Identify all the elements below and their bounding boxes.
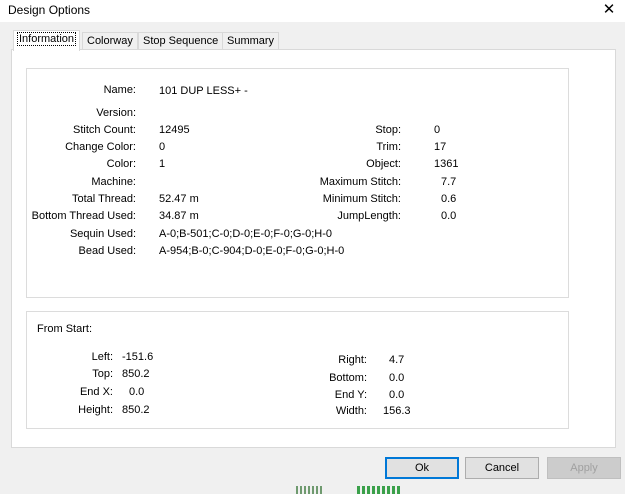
right-label: Right:: [338, 354, 367, 366]
end-y-label: End Y:: [334, 389, 367, 401]
color-label: Color:: [106, 158, 136, 170]
stop-label: Stop:: [375, 124, 401, 136]
ok-button[interactable]: Ok: [385, 457, 459, 479]
left-value: -151.6: [122, 351, 154, 363]
stitch-count-label: Stitch Count:: [73, 124, 136, 136]
jump-length-label: JumpLength:: [337, 210, 401, 222]
total-thread-value: 52.47 m: [159, 193, 199, 205]
sequin-used-label: Sequin Used:: [69, 228, 136, 240]
stitch-count-value: 12495: [159, 124, 190, 136]
width-label: Width:: [335, 405, 367, 417]
name-value: 101 DUP LESS+ -: [159, 85, 248, 97]
tab-label: Stop Sequence: [143, 35, 219, 47]
change-color-value: 0: [159, 141, 166, 153]
from-start-heading: From Start:: [37, 323, 93, 335]
stop-value: 0: [434, 124, 441, 136]
tab-label: Colorway: [87, 35, 133, 47]
minimum-stitch-value: 0.6: [441, 193, 457, 205]
bottom-label: Bottom:: [329, 372, 367, 384]
apply-button: Apply: [547, 457, 621, 479]
maximum-stitch-label: Maximum Stitch:: [319, 176, 401, 188]
object-value: 1361: [434, 158, 459, 170]
bottom-thread-value: 34.87 m: [159, 210, 199, 222]
minimum-stitch-label: Minimum Stitch:: [322, 193, 401, 205]
end-x-value: 0.0: [129, 386, 145, 398]
maximum-stitch-value: 7.7: [441, 176, 457, 188]
height-value: 850.2: [122, 404, 150, 416]
total-thread-label: Total Thread:: [71, 193, 136, 205]
machine-label: Machine:: [91, 176, 136, 188]
end-x-label: End X:: [79, 386, 113, 398]
name-label: Name:: [103, 84, 136, 96]
tab-label: Summary: [227, 35, 275, 47]
tab-colorway[interactable]: Colorway: [82, 32, 138, 50]
object-label: Object:: [366, 158, 401, 170]
version-label: Version:: [96, 107, 136, 119]
sequin-used-value: A-0;B-501;C-0;D-0;E-0;F-0;G-0;H-0: [159, 228, 332, 240]
bottom-thread-label: Bottom Thread Used:: [31, 210, 136, 222]
background-pattern: [296, 486, 324, 494]
color-value: 1: [159, 158, 166, 170]
window-title: Design Options: [8, 3, 91, 17]
trim-value: 17: [434, 141, 447, 153]
height-label: Height:: [78, 404, 113, 416]
bottom-value: 0.0: [389, 372, 405, 384]
top-label: Top:: [92, 368, 113, 380]
end-y-value: 0.0: [389, 389, 405, 401]
jump-length-value: 0.0: [441, 210, 457, 222]
background-pattern: [357, 486, 401, 494]
right-value: 4.7: [389, 354, 405, 366]
cancel-button[interactable]: Cancel: [465, 457, 539, 479]
title-bar: Design Options ✕: [0, 0, 625, 22]
tab-information[interactable]: Information: [13, 30, 81, 51]
tab-label: Information: [16, 32, 77, 46]
change-color-label: Change Color:: [65, 141, 136, 153]
trim-label: Trim:: [376, 141, 401, 153]
left-label: Left:: [91, 351, 113, 363]
tab-summary[interactable]: Summary: [222, 32, 280, 50]
top-value: 850.2: [122, 368, 150, 380]
bead-used-value: A-954;B-0;C-904;D-0;E-0;F-0;G-0;H-0: [159, 245, 345, 257]
tab-stop-sequence[interactable]: Stop Sequence: [138, 32, 224, 50]
width-value: 156.3: [383, 405, 411, 417]
close-icon[interactable]: ✕: [599, 1, 619, 19]
bead-used-label: Bead Used:: [78, 245, 136, 257]
